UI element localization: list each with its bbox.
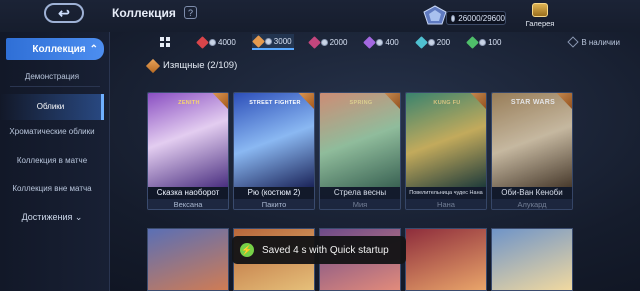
coin-icon — [479, 38, 487, 46]
skin-name: Сказка наоборот — [148, 187, 228, 199]
gallery-button[interactable]: Галерея — [520, 3, 560, 31]
coin-icon — [264, 37, 272, 45]
chevron-up-icon: ⌃ — [89, 43, 98, 55]
in-stock-label: В наличии — [581, 37, 620, 47]
rank-points-counter: 26000/29600 — [446, 11, 506, 25]
hero-name: Алукард — [492, 199, 572, 209]
in-stock-filter[interactable]: В наличии — [567, 36, 620, 48]
gem-icon — [466, 35, 479, 49]
rank-emblem-icon — [423, 5, 447, 25]
back-button[interactable]: ↩ — [44, 3, 84, 23]
filter-chip[interactable]: 400 — [363, 34, 400, 50]
lightning-bolt-icon: ⚡ — [240, 243, 254, 257]
filter-chip-active[interactable]: 3000 — [251, 34, 294, 50]
hero-name: Мия — [320, 199, 400, 209]
skin-series-logo: STREET FIGHTER — [249, 100, 301, 106]
skin-card[interactable]: STREET FIGHTER Рю (костюм 2) Пакито — [233, 92, 315, 210]
sidebar-collection-header[interactable]: Коллекция ⌃ — [6, 38, 104, 60]
filter-chip-value: 100 — [488, 37, 502, 47]
sidebar-item-skins[interactable]: Облики — [0, 94, 104, 120]
skin-card[interactable] — [405, 228, 487, 291]
sidebar-item-label: Облики — [36, 102, 65, 111]
filter-chip-value: 3000 — [273, 36, 292, 46]
skin-series-logo: KUNG FU — [433, 100, 461, 106]
coin-icon — [320, 38, 328, 46]
filter-chip[interactable]: 100 — [466, 34, 503, 50]
filter-chip-value: 2000 — [329, 37, 348, 47]
sidebar-item-in-match[interactable]: Коллекция в матче — [0, 156, 104, 166]
coin-icon — [376, 38, 384, 46]
skin-series-logo: ZENITH — [178, 100, 200, 106]
gem-icon — [145, 58, 161, 73]
sidebar-item-out-of-match[interactable]: Коллекция вне матча — [0, 184, 104, 194]
chevron-down-icon: ⌄ — [74, 212, 83, 222]
coin-icon — [451, 14, 456, 22]
sidebar-item-showcase[interactable]: Демонстрация — [0, 72, 104, 82]
coin-icon — [427, 38, 435, 46]
sidebar-achievements-label: Достижения — [21, 212, 73, 222]
toast-text: Saved 4 s with Quick startup — [262, 244, 389, 256]
filter-chip[interactable]: 4000 — [196, 34, 238, 50]
skin-card[interactable] — [491, 228, 573, 291]
gem-icon — [251, 34, 265, 48]
section-title-text: Изящные (2/109) — [163, 60, 238, 71]
filter-chip[interactable]: 200 — [414, 34, 452, 50]
hero-name: Пакито — [234, 199, 314, 209]
hero-name: Нана — [406, 199, 486, 209]
grid-view-icon[interactable] — [160, 37, 170, 47]
coin-icon — [209, 38, 216, 46]
gallery-label: Галерея — [525, 19, 555, 28]
gem-icon — [196, 35, 209, 49]
skin-card[interactable]: SPRING Стрела весны Мия — [319, 92, 401, 210]
filter-bar: 4000 3000 2000 400 200 100 В наличии — [160, 32, 620, 52]
gem-icon — [363, 35, 377, 49]
skin-name: Оби-Ван Кеноби — [492, 187, 572, 199]
sidebar-collection-label: Коллекция — [32, 43, 86, 55]
divider — [10, 86, 100, 87]
help-icon[interactable]: ? — [184, 6, 197, 19]
skin-name: Рю (костюм 2) — [234, 187, 314, 199]
back-arrow-icon: ↩ — [58, 4, 70, 21]
page-title: Коллекция — [112, 6, 176, 20]
skin-card[interactable] — [147, 228, 229, 291]
filter-chip-value: 4000 — [218, 37, 236, 47]
hero-name: Вексана — [148, 199, 228, 209]
skin-name: Стрела весны — [320, 187, 400, 199]
skin-card[interactable]: ZENITH Сказка наоборот Вексана — [147, 92, 229, 210]
gem-icon — [414, 35, 428, 49]
top-bar: ↩ Коллекция ? 26000/29600 Галерея — [0, 0, 640, 32]
gallery-icon — [532, 3, 548, 17]
filter-chip-value: 400 — [385, 37, 399, 47]
filter-chip[interactable]: 2000 — [307, 34, 350, 50]
sidebar-item-chromatic-skins[interactable]: Хроматические облики — [0, 127, 104, 137]
skin-name: Повелительница чудес Нана — [406, 187, 486, 199]
gem-icon — [307, 35, 321, 49]
quick-startup-toast: ⚡ Saved 4 s with Quick startup — [232, 236, 406, 264]
filter-chip-value: 200 — [436, 37, 451, 47]
rank-points-value: 26000/29600 — [458, 13, 505, 23]
skin-series-logo: SPRING — [349, 100, 373, 106]
in-stock-checkbox-icon — [567, 36, 579, 48]
skin-card[interactable]: STAR WARS Оби-Ван Кеноби Алукард — [491, 92, 573, 210]
skin-card[interactable]: KUNG FU Повелительница чудес Нана Нана — [405, 92, 487, 210]
skin-series-logo: STAR WARS — [510, 99, 556, 106]
sidebar-achievements[interactable]: Достижения ⌄ — [0, 212, 104, 223]
section-title: Изящные (2/109) — [145, 58, 238, 73]
sidebar: Коллекция ⌃ Демонстрация Облики Хроматич… — [0, 32, 110, 291]
